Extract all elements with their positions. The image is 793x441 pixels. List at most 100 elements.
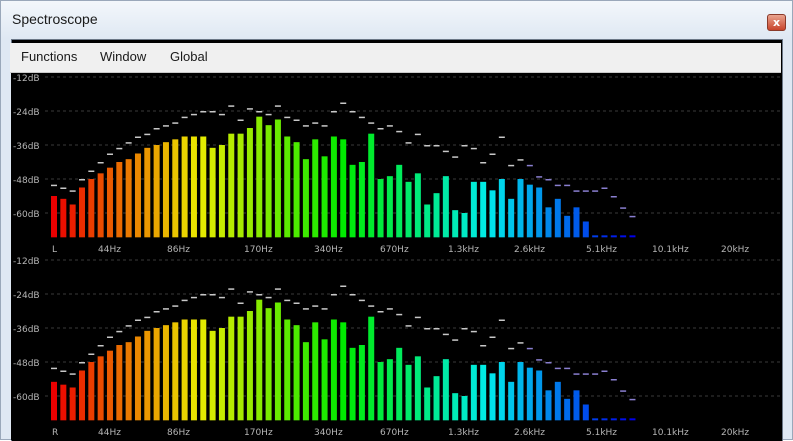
peak-marker [508,164,515,167]
peak-marker [480,345,487,347]
peak-marker [69,373,76,375]
frequency-label: 10.1kHz [652,245,689,255]
peak-marker [330,111,337,113]
peak-marker [134,319,141,321]
spectrum-bar [554,198,561,238]
spectrum-bar [51,196,57,238]
peak-marker [321,125,328,127]
peak-marker [573,373,580,375]
frequency-label: 1.3kHz [448,245,479,255]
peak-marker [368,305,375,307]
frequency-label: 5.1kHz [586,245,617,255]
peak-marker [125,325,132,327]
peak-marker [246,291,253,293]
peak-marker [396,130,403,133]
db-label: -60dB [13,393,40,403]
peak-marker [200,111,207,113]
peak-marker [256,294,263,296]
spectrum-bar [312,322,319,421]
spectrum-bar [162,325,169,421]
peak-marker [517,342,524,344]
peak-marker [498,136,505,138]
peak-marker [106,153,113,155]
spectrum-bar [386,359,393,421]
peak-marker [274,105,281,107]
window-title: Spectroscope [12,11,98,27]
peak-marker [237,302,244,304]
db-label: -36dB [13,325,40,335]
close-button[interactable]: x [767,14,786,31]
peak-marker [545,362,552,364]
spectrum-bar [265,125,272,238]
spectrum-bar [218,328,225,421]
channel-label: R [52,428,58,438]
spectrum-bar [237,133,244,238]
spectrum-bar [78,187,85,238]
peak-marker [433,328,440,330]
title-bar[interactable]: Spectroscope x [1,1,792,39]
spectrum-bar [209,147,216,238]
frequency-label: 670Hz [380,245,409,255]
spectrum-bar [610,235,617,238]
frequency-label: 10.1kHz [652,428,689,438]
menu-window[interactable]: Window [100,49,146,64]
spectrum-bar [340,322,347,421]
peak-marker [592,373,599,375]
spectrum-bar [60,198,67,238]
peak-marker [340,285,347,287]
spectrum-bar [106,167,113,238]
spectrum-bar [489,373,496,421]
peak-marker [274,288,281,290]
frequency-label: 20kHz [721,245,749,255]
frequency-label: 20kHz [721,428,749,438]
channel-label: L [52,245,57,255]
peak-marker [265,296,272,299]
spectrum-bar [134,153,141,238]
frequency-label: 2.6kHz [514,428,545,438]
menu-functions[interactable]: Functions [21,49,77,64]
peak-marker [386,125,393,127]
spectrum-bar [414,356,421,421]
spectrum-bar [330,136,337,238]
spectrum-bar [554,381,561,421]
spectrum-bar [181,136,188,238]
spectrum-bar [340,139,347,238]
peak-marker [396,313,403,316]
spectrum-bar [424,204,431,238]
peak-marker [424,145,431,147]
spectrum-bar [368,133,375,238]
spectrum-bar [461,396,468,421]
peak-marker [209,294,216,296]
peak-marker [69,190,76,192]
peak-marker [405,325,412,327]
spectrum-bar [228,316,235,421]
peak-marker [517,159,524,161]
db-label: -12dB [13,74,40,84]
frequency-label: 170Hz [244,428,273,438]
peak-marker [629,398,636,401]
spectrum-bar [284,319,291,421]
spectrum-bar [312,139,319,238]
peak-marker [78,179,85,181]
spectrum-bar [517,179,524,238]
peak-marker [554,367,561,370]
close-icon: x [772,16,781,29]
spectrum-bar [480,181,487,238]
peak-marker [554,184,561,187]
spectrum-bar [629,235,636,238]
peak-marker [405,142,412,144]
spectrum-bar [69,204,76,238]
peak-marker [601,370,608,372]
peak-marker [218,296,225,299]
peak-marker [302,308,309,310]
spectrum-bar [330,319,337,421]
peak-marker [358,299,365,302]
peak-marker [368,122,375,124]
peak-marker [414,133,421,136]
db-label: -48dB [13,176,40,186]
menu-global[interactable]: Global [170,49,208,64]
spectrum-bar [508,381,515,421]
spectrum-bar [358,162,365,238]
spectrum-bar [237,316,244,421]
peak-marker [461,145,468,147]
